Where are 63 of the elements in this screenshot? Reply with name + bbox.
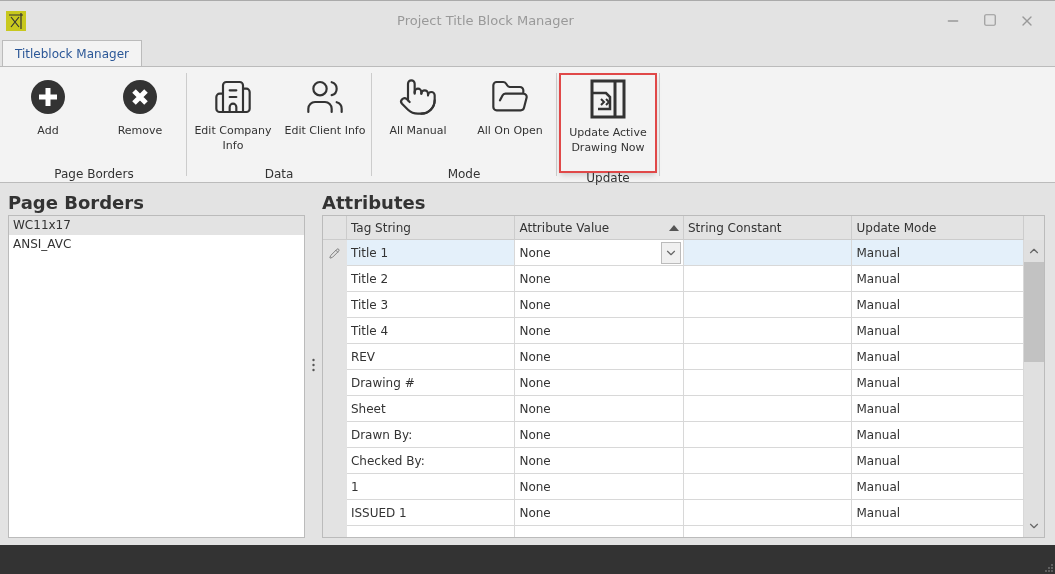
table-cell: Sheet — [346, 396, 516, 422]
dropdown-button[interactable] — [660, 241, 681, 264]
table-cell: None — [515, 240, 684, 266]
table-cell: Drawn By: — [346, 422, 516, 448]
table-cell: Manual — [852, 370, 1024, 396]
ribbon-button[interactable]: Add — [4, 73, 92, 165]
column-header[interactable]: Attribute Value — [515, 216, 684, 239]
ribbon-group-label: Mode — [447, 167, 481, 181]
table-cell: Title 2 — [346, 266, 516, 292]
table-cell: None — [515, 474, 684, 500]
ribbon-group-label: Page Borders — [54, 167, 134, 181]
table-cell: Manual — [852, 344, 1024, 370]
resize-grip-icon[interactable] — [1045, 564, 1053, 572]
table-cell: Manual — [852, 500, 1024, 526]
table-cell: Manual — [852, 318, 1024, 344]
column-header[interactable]: Update Mode — [852, 216, 1024, 239]
table-cell: Manual — [852, 422, 1024, 448]
maximize-icon[interactable] — [983, 12, 997, 27]
ribbon-button[interactable]: Edit Client Info — [281, 73, 369, 165]
ribbon-tab[interactable]: Titleblock Manager — [2, 40, 142, 66]
table-cell: None — [515, 266, 684, 292]
table-cell: None — [515, 396, 684, 422]
panel-title: Attributes — [322, 191, 427, 215]
window-title: Project Title Block Manager — [397, 12, 574, 28]
ribbon-group-label: Update — [586, 171, 630, 185]
ribbon-group-label: Data — [264, 167, 294, 181]
table-cell: REV — [346, 344, 516, 370]
add-icon — [30, 79, 66, 115]
column-header[interactable]: Tag String — [346, 216, 516, 239]
table-cell: None — [515, 318, 684, 344]
scrollbar-thumb[interactable] — [1024, 262, 1044, 362]
table-cell: Checked By: — [346, 448, 516, 474]
table-cell: Manual — [852, 292, 1024, 318]
table-cell: Drawing # — [346, 370, 516, 396]
panel-title: Page Borders — [8, 191, 145, 215]
table-cell: Title 1 — [346, 240, 516, 266]
splitter-grip-icon[interactable] — [312, 357, 315, 372]
app-logo-icon — [6, 10, 26, 31]
list-item[interactable]: ANSI_AVC — [9, 235, 304, 254]
table-cell: Manual — [852, 474, 1024, 500]
ribbon-button[interactable]: Update Active Drawing Now — [559, 73, 657, 173]
table-cell: None — [515, 500, 684, 526]
table-cell: None — [515, 292, 684, 318]
table-cell: Manual — [852, 448, 1024, 474]
list-item[interactable]: WC11x17 — [9, 216, 304, 235]
table-cell: Title 4 — [346, 318, 516, 344]
ribbon-button[interactable]: Remove — [96, 73, 184, 165]
table-cell: Manual — [852, 240, 1024, 266]
column-header[interactable]: String Constant — [683, 216, 853, 239]
table-cell: None — [515, 370, 684, 396]
ribbon-button[interactable]: Edit Company Info — [189, 73, 277, 165]
table-cell: Manual — [852, 266, 1024, 292]
table-cell: ISSUED 1 — [346, 500, 516, 526]
table-cell: None — [515, 448, 684, 474]
table-cell: 1 — [346, 474, 516, 500]
table-cell: None — [515, 344, 684, 370]
table-cell: Manual — [852, 396, 1024, 422]
table-cell: Title 3 — [346, 292, 516, 318]
hand-pointer-icon — [398, 77, 438, 117]
ribbon-button[interactable]: All On Open — [466, 73, 554, 165]
remove-icon — [122, 79, 158, 115]
table-cell: None — [515, 422, 684, 448]
ribbon-button[interactable]: All Manual — [374, 73, 462, 165]
